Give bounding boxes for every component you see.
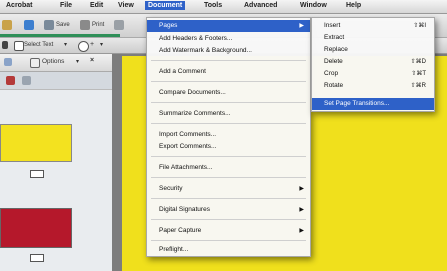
page-thumbnail-2[interactable]	[0, 208, 72, 248]
submenu-item-replace[interactable]: Replace	[312, 44, 434, 56]
submenu-arrow-icon: ▶	[299, 207, 304, 213]
options-button[interactable]: Options	[42, 58, 64, 65]
menu-item-summarize-comments[interactable]: Summarize Comments...	[147, 108, 310, 120]
delete-page-icon[interactable]	[6, 76, 15, 85]
submenu-item-extract[interactable]: Extract	[312, 32, 434, 44]
menu-item-add-a-comment[interactable]: Add a Comment	[147, 66, 310, 78]
menu-separator	[151, 60, 306, 61]
menu-tools[interactable]: Tools	[204, 2, 222, 9]
thumbnails-area	[0, 90, 112, 271]
menu-item-preflight[interactable]: Preflight...	[147, 244, 310, 256]
menu-file[interactable]: File	[60, 2, 72, 9]
pages-panel-header: Options ▾ ×	[0, 54, 112, 72]
email-icon[interactable]	[114, 20, 124, 30]
menu-item-file-attachments[interactable]: File Attachments...	[147, 162, 310, 174]
select-dropdown-icon[interactable]: ▾	[64, 41, 67, 48]
submenu-arrow-icon: ▶	[299, 228, 304, 234]
menu-separator	[151, 219, 306, 220]
menu-separator	[151, 81, 306, 82]
shortcut-label: ⇧⌘R	[410, 83, 426, 89]
menu-item-paper-capture[interactable]: Paper Capture ▶	[147, 225, 310, 237]
panel-subheader	[0, 72, 112, 90]
menu-edit[interactable]: Edit	[90, 2, 103, 9]
page-thumbnails-icon[interactable]	[22, 76, 31, 85]
menu-separator	[151, 240, 306, 241]
menu-item-pages[interactable]: Pages ▶	[147, 20, 310, 32]
toolbar-green-strip	[0, 34, 120, 37]
panel-icon[interactable]	[4, 58, 12, 66]
menu-item-import-comments[interactable]: Import Comments...	[147, 129, 310, 141]
menu-help[interactable]: Help	[346, 2, 361, 9]
menu-separator	[151, 198, 306, 199]
page-thumbnail-1[interactable]	[0, 124, 72, 162]
shortcut-label: ⇧⌘I	[413, 23, 426, 29]
menu-separator	[151, 156, 306, 157]
menu-separator	[151, 177, 306, 178]
submenu-item-insert[interactable]: Insert ⇧⌘I	[312, 20, 434, 32]
document-menu: Pages ▶ Add Headers & Footers... Add Wate…	[146, 17, 311, 257]
close-panel-icon[interactable]: ×	[90, 57, 94, 64]
hand-tool-icon[interactable]	[2, 41, 8, 49]
menu-advanced[interactable]: Advanced	[244, 2, 277, 9]
print-icon[interactable]	[80, 20, 90, 30]
print-button[interactable]: Print	[92, 22, 104, 28]
page-number-badge-2	[30, 254, 44, 262]
zoom-dropdown-icon[interactable]: ▾	[100, 41, 103, 48]
submenu-item-set-page-transitions[interactable]: Set Page Transitions...	[312, 98, 434, 110]
shortcut-label: ⇧⌘D	[410, 59, 426, 65]
options-dropdown-icon[interactable]: ▾	[76, 58, 79, 65]
submenu-arrow-icon: ▶	[299, 23, 304, 29]
menu-item-security[interactable]: Security ▶	[147, 183, 310, 195]
zoom-in-button[interactable]: +	[90, 41, 94, 48]
save-button[interactable]: Save	[56, 22, 70, 28]
menu-app[interactable]: Acrobat	[6, 2, 32, 9]
create-pdf-icon[interactable]	[24, 20, 34, 30]
panel-menu-icon[interactable]	[30, 58, 40, 68]
menubar: Acrobat File Edit View Document Tools Ad…	[0, 0, 447, 14]
pages-submenu: Insert ⇧⌘I Extract Replace Delete ⇧⌘D Crop…	[311, 17, 435, 112]
zoom-icon[interactable]	[78, 41, 89, 52]
submenu-item-delete[interactable]: Delete ⇧⌘D	[312, 56, 434, 68]
menu-item-add-headers-footers[interactable]: Add Headers & Footers...	[147, 33, 310, 45]
select-text-icon[interactable]	[14, 41, 24, 51]
menu-item-export-comments[interactable]: Export Comments...	[147, 141, 310, 153]
menu-item-digital-signatures[interactable]: Digital Signatures ▶	[147, 204, 310, 216]
select-text-button[interactable]: Select Text	[24, 42, 53, 48]
page-number-badge-1	[30, 170, 44, 178]
menu-document[interactable]: Document	[145, 1, 186, 10]
menu-item-compare-documents[interactable]: Compare Documents...	[147, 87, 310, 99]
submenu-arrow-icon: ▶	[299, 186, 304, 192]
menu-view[interactable]: View	[118, 2, 134, 9]
menu-separator	[151, 102, 306, 103]
menu-window[interactable]: Window	[300, 2, 327, 9]
shortcut-label: ⇧⌘T	[411, 71, 426, 77]
submenu-item-crop[interactable]: Crop ⇧⌘T	[312, 68, 434, 80]
open-icon[interactable]	[2, 20, 12, 30]
submenu-item-rotate[interactable]: Rotate ⇧⌘R	[312, 80, 434, 92]
menu-separator	[151, 123, 306, 124]
menu-item-add-watermark-background[interactable]: Add Watermark & Background...	[147, 45, 310, 57]
save-icon[interactable]	[44, 20, 54, 30]
